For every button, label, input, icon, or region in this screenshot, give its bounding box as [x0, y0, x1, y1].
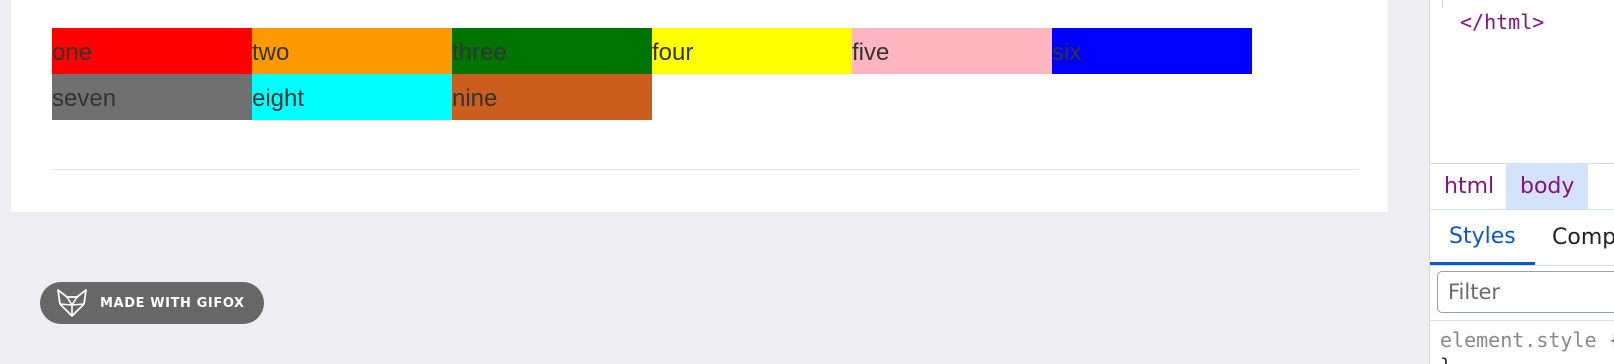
- elements-source: </html>: [1430, 0, 1614, 163]
- grid-cell-nine: nine: [452, 74, 652, 120]
- grid-cell-one: one: [52, 28, 252, 74]
- grid-cell-four: four: [652, 28, 852, 74]
- styles-filter-input[interactable]: [1437, 271, 1614, 313]
- indent-guide: [1442, 0, 1443, 8]
- breadcrumb-body[interactable]: body: [1506, 164, 1589, 209]
- element-style-section: element.style { }: [1430, 320, 1614, 364]
- tab-styles[interactable]: Styles: [1430, 210, 1535, 265]
- grid-cell-seven: seven: [52, 74, 252, 120]
- grid-cell-three: three: [452, 28, 652, 74]
- tab-computed[interactable]: Computed: [1533, 210, 1614, 265]
- closing-brace: }: [1440, 354, 1452, 364]
- grid-cell-eight: eight: [252, 74, 452, 120]
- breadcrumb-html[interactable]: html: [1430, 164, 1508, 209]
- fox-icon: [57, 289, 87, 317]
- color-grid: one two three four five six seven eight …: [52, 28, 1252, 120]
- grid-cell-five: five: [852, 28, 1052, 74]
- devtools-panel: </html> html body Styles Computed elemen…: [1429, 0, 1614, 364]
- preview-pane: one two three four five six seven eight …: [11, 0, 1388, 212]
- made-with-gifox-badge[interactable]: MADE WITH GIFOX: [40, 282, 264, 324]
- html-close-tag[interactable]: </html>: [1460, 10, 1544, 34]
- breadcrumb: html body: [1430, 163, 1614, 210]
- gifox-label: MADE WITH GIFOX: [100, 295, 245, 311]
- devtools-tabs: Styles Computed: [1430, 210, 1614, 266]
- divider: [52, 169, 1359, 170]
- grid-cell-six: six: [1052, 28, 1252, 74]
- grid-cell-two: two: [252, 28, 452, 74]
- element-style-selector[interactable]: element.style {: [1440, 328, 1614, 352]
